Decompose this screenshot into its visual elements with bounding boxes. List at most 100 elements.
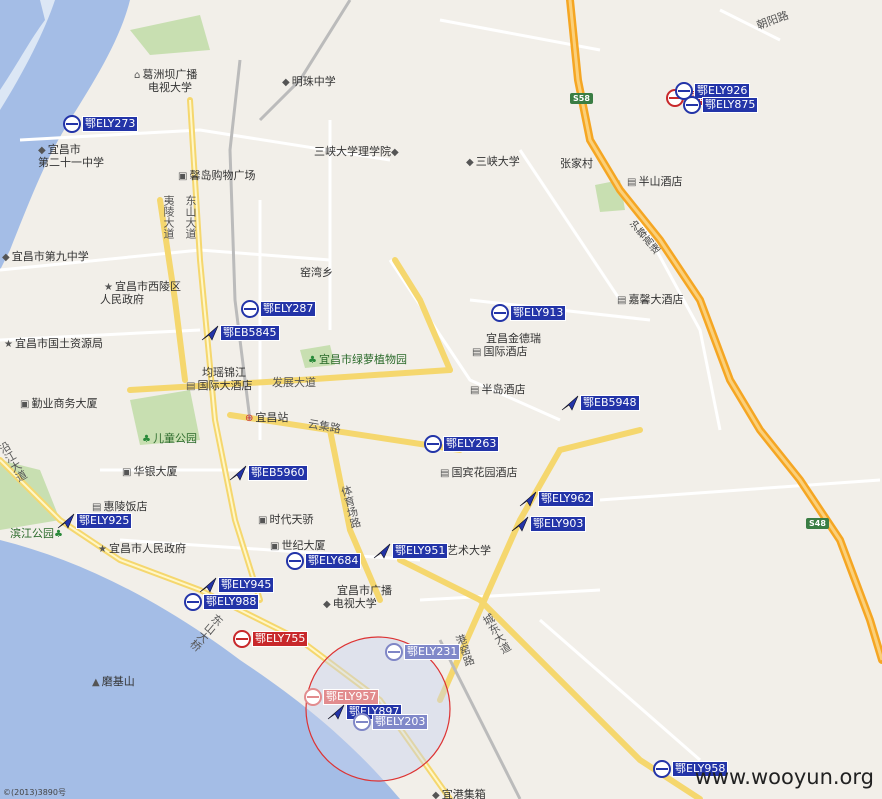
poi-broadcast-tv-univ: ◆ 电视大学 <box>323 597 377 610</box>
vehicle-plate-label: 鄂ELY755 <box>252 631 309 647</box>
direction-arrow-icon <box>199 577 217 593</box>
poi-city-gov: ★ 宜昌市人民政府 <box>98 542 186 555</box>
poi-people-gov: 人民政府 <box>100 293 144 306</box>
vehicle-marker[interactable]: 鄂ELY263 <box>423 435 500 453</box>
poi-qinye-building: ▣ 勤业商务大厦 <box>20 397 98 410</box>
vehicle-plate-label: 鄂ELY203 <box>372 714 429 730</box>
vehicle-plate-label: 鄂ELY273 <box>82 116 139 132</box>
vehicle-plate-label: 鄂ELY988 <box>203 594 260 610</box>
poi-junyao-intl: ▤ 国际大酒店 <box>186 379 253 392</box>
bus-stop-icon <box>233 630 251 648</box>
poi-shidai-tianjiao: ▣ 时代天骄 <box>258 513 314 526</box>
vehicle-plate-label: 鄂EB5845 <box>220 325 280 341</box>
copyright-text: ©(2013)3890号 <box>3 788 66 797</box>
poi-yigang-container: ◆ 宜港集箱 <box>432 788 486 799</box>
poi-mingzhu-school: ◆ 明珠中学 <box>282 75 336 88</box>
poi-yaowan: 窑湾乡 <box>300 266 333 279</box>
vehicle-marker[interactable]: 鄂ELY684 <box>285 552 362 570</box>
poi-art-university: 艺术大学 <box>447 544 491 557</box>
vehicle-plate-label: 鄂EB5948 <box>580 395 640 411</box>
direction-arrow-icon <box>201 325 219 341</box>
bus-stop-icon <box>184 593 202 611</box>
bus-stop-icon <box>286 552 304 570</box>
vehicle-plate-label: 鄂ELY287 <box>260 301 317 317</box>
road-label-yiling: 夷陵大道 <box>162 195 175 239</box>
poi-botanical-garden: ♣ 宜昌市绿萝植物园 <box>308 353 407 366</box>
direction-arrow-icon <box>373 543 391 559</box>
road-label-dongshan: 东山大道 <box>184 195 197 239</box>
vehicle-plate-label: 鄂ELY875 <box>702 97 759 113</box>
poi-sanxia-university: ◆ 三峡大学 <box>466 155 520 168</box>
vehicle-marker[interactable]: 鄂ELY903 <box>510 515 587 533</box>
vehicle-plate-label: 鄂ELY263 <box>443 436 500 452</box>
direction-arrow-icon <box>57 513 75 529</box>
watermark: www.wooyun.org <box>694 765 874 789</box>
vehicle-marker[interactable]: 鄂ELY231 <box>384 643 461 661</box>
vehicle-marker[interactable]: 鄂ELY203 <box>352 713 429 731</box>
bus-stop-icon <box>491 304 509 322</box>
poi-yichang-broadcast: 宜昌市广播 <box>337 584 392 597</box>
poi-moji-mountain: ▲ 磨基山 <box>92 675 135 688</box>
vehicle-plate-label: 鄂EB5960 <box>248 465 308 481</box>
highway-shield-s48: S48 <box>806 518 829 529</box>
poi-yichang-city: ◆ 宜昌市 <box>38 143 81 156</box>
vehicle-marker[interactable]: 鄂EB5845 <box>200 324 280 342</box>
vehicle-marker[interactable]: 鄂ELY962 <box>518 490 595 508</box>
bus-stop-icon <box>353 713 371 731</box>
vehicle-plate-label: 鄂ELY945 <box>218 577 275 593</box>
poi-century-building: ▣ 世纪大厦 <box>270 539 326 552</box>
direction-arrow-icon <box>561 395 579 411</box>
poi-banshan-hotel: ▤ 半山酒店 <box>627 175 683 188</box>
poi-huayin-building: ▣ 华银大厦 <box>122 465 178 478</box>
poi-zhangjiacun: 张家村 <box>560 157 593 170</box>
map-view[interactable]: ⌂ 葛洲坝广播 电视大学 ◆ 明珠中学 ◆ 宜昌市 第二十一中学 ▣ 馨岛购物广场 三峡… <box>0 0 882 799</box>
poi-xindao-mall: ▣ 馨岛购物广场 <box>178 169 256 182</box>
poi-school-9: ◆ 宜昌市第九中学 <box>2 250 89 263</box>
vehicle-marker[interactable]: 鄂EB5948 <box>560 394 640 412</box>
poi-guobin-hotel: ▤ 国宾花园酒店 <box>440 466 518 479</box>
direction-arrow-icon <box>229 465 247 481</box>
vehicle-plate-label: 鄂ELY951 <box>392 543 449 559</box>
poi-jinderui: 宜昌金德瑞 <box>486 332 541 345</box>
bus-stop-icon <box>385 643 403 661</box>
poi-xiling-gov: ★ 宜昌市西陵区 <box>104 280 181 293</box>
poi-school-21: 第二十一中学 <box>38 156 104 169</box>
poi-jiaxin-hotel: ▤ 嘉馨大酒店 <box>617 293 684 306</box>
vehicle-marker[interactable]: 鄂ELY273 <box>62 115 139 133</box>
vehicle-plate-label: 鄂ELY684 <box>305 553 362 569</box>
poi-children-park: ♣ 儿童公园 <box>142 432 197 445</box>
vehicle-plate-label: 鄂ELY903 <box>530 516 587 532</box>
vehicle-plate-label: 鄂ELY913 <box>510 305 567 321</box>
poi-junyao: 均瑶锦江 <box>202 366 246 379</box>
poi-yichang-station: ⊕ 宜昌站 <box>245 411 289 424</box>
vehicle-plate-label: 鄂ELY962 <box>538 491 595 507</box>
vehicle-marker[interactable]: 鄂ELY913 <box>490 304 567 322</box>
poi-sanxia-science: 三峡大学理学院◆ <box>314 145 399 158</box>
bus-stop-icon <box>304 688 322 706</box>
vehicle-marker[interactable]: 鄂ELY951 <box>372 542 449 560</box>
direction-arrow-icon <box>327 704 345 720</box>
poi-tv-university: 电视大学 <box>148 81 192 94</box>
road-label-fazhan: 发展大道 <box>272 376 316 389</box>
vehicle-marker[interactable]: 鄂ELY755 <box>232 630 309 648</box>
bus-stop-icon <box>241 300 259 318</box>
bus-stop-icon <box>63 115 81 133</box>
vehicle-marker[interactable]: 鄂ELY287 <box>240 300 317 318</box>
poi-land-bureau: ★ 宜昌市国土资源局 <box>4 337 103 350</box>
vehicle-marker[interactable]: 鄂ELY925 <box>56 512 133 530</box>
poi-gezhouba-broadcast: ⌂ 葛洲坝广播 <box>134 68 198 81</box>
bus-stop-icon <box>424 435 442 453</box>
poi-jinderui-intl: ▤ 国际酒店 <box>472 345 528 358</box>
highway-shield-s58: S58 <box>570 93 593 104</box>
vehicle-marker[interactable]: 鄂ELY875 <box>682 96 759 114</box>
vehicle-plate-label: 鄂ELY925 <box>76 513 133 529</box>
vehicle-plate-label: 鄂ELY231 <box>404 644 461 660</box>
bus-stop-icon <box>653 760 671 778</box>
direction-arrow-icon <box>511 516 529 532</box>
vehicle-marker[interactable]: 鄂EB5960 <box>228 464 308 482</box>
poi-bandao-hotel: ▤ 半岛酒店 <box>470 383 526 396</box>
direction-arrow-icon <box>519 491 537 507</box>
vehicle-marker[interactable]: 鄂ELY945 <box>198 576 275 594</box>
bus-stop-icon <box>683 96 701 114</box>
vehicle-marker[interactable]: 鄂ELY988 <box>183 593 260 611</box>
